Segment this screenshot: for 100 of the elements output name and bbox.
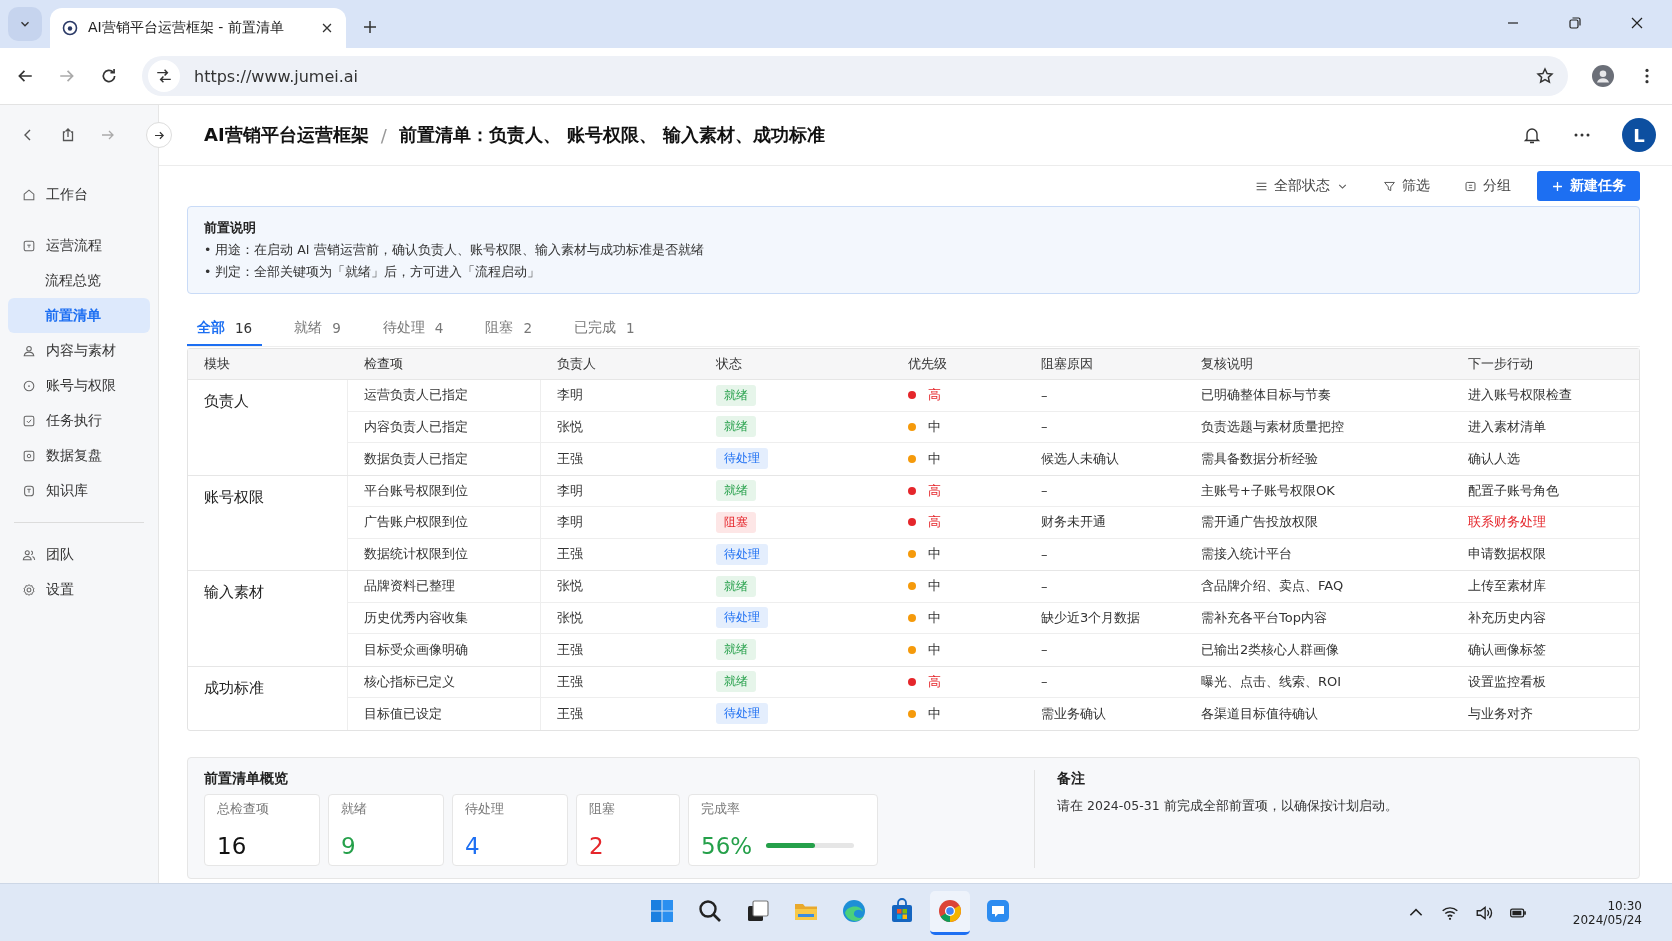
summary-title: 前置清单概览 — [204, 769, 289, 788]
table-cell-text: 需补充各平台Top内容 — [1200, 608, 1328, 627]
close-icon[interactable] — [320, 21, 334, 35]
settings-icon — [22, 582, 36, 597]
home-icon — [22, 187, 36, 202]
filter-tab[interactable]: 已完成 1 — [563, 312, 645, 346]
status-tag: 待处理 — [716, 607, 768, 629]
table-cell-text: 进入素材清单 — [1467, 417, 1547, 436]
priority-label: 中 — [928, 640, 941, 659]
checkbox-icon — [22, 413, 36, 428]
table-cell: 负责人 — [188, 380, 348, 475]
share-icon[interactable] — [60, 127, 76, 143]
circle-icon — [22, 378, 36, 393]
site-settings-icon[interactable] — [148, 60, 180, 92]
stat-value: 9 — [341, 832, 357, 859]
table-cell-text: 进入账号权限检查 — [1467, 386, 1573, 405]
sidebar-item[interactable]: 知识库 — [8, 473, 150, 508]
sidebar-item[interactable]: 工作台 — [8, 177, 150, 212]
column-header: 模块 — [203, 355, 231, 373]
stat-value: 56% — [701, 832, 753, 859]
new-task-button[interactable]: 新建任务 — [1537, 171, 1640, 201]
table-cell-text: – — [1040, 418, 1049, 437]
column-header: 优先级 — [907, 355, 948, 373]
new-tab-icon[interactable] — [362, 19, 378, 35]
priority-label: 高 — [928, 481, 941, 500]
table-cell-text: 已明确整体目标与节奏 — [1200, 386, 1332, 405]
priority-label: 中 — [928, 417, 941, 436]
reload-icon[interactable] — [100, 67, 118, 85]
bookmark-star-icon[interactable] — [1536, 67, 1554, 85]
stat-label: 总检查项 — [217, 800, 270, 818]
table-cell: 数据负责人已指定 — [348, 443, 541, 475]
sidebar-item[interactable]: 流程总览 — [8, 263, 150, 298]
table-cell-text: 联系财务处理 — [1467, 513, 1547, 532]
column-header: 下一步行动 — [1467, 355, 1534, 373]
breadcrumb-link[interactable]: AI营销平台运营框架 — [204, 123, 369, 147]
user-avatar[interactable]: L — [1622, 118, 1656, 152]
sidebar-item[interactable]: 运营流程 — [8, 228, 150, 263]
sidebar-item[interactable]: 设置 — [8, 572, 150, 607]
table-cell: 品牌资料已整理 — [348, 571, 541, 602]
sidebar-item[interactable]: 任务执行 — [8, 403, 150, 438]
table-cell-text: 需业务确认 — [1040, 704, 1107, 723]
column-header: 检查项 — [363, 355, 404, 373]
column-header: 负责人 — [556, 355, 597, 373]
priority-label: 中 — [928, 545, 941, 564]
table-cell-text: 负责选题与素材质量把控 — [1200, 417, 1345, 436]
table-cell: 账号权限 — [188, 475, 348, 570]
table-cell-text: 财务未开通 — [1040, 513, 1107, 532]
profile-icon[interactable] — [1592, 65, 1614, 87]
status-tag: 待处理 — [716, 703, 768, 725]
status-filter-dropdown[interactable]: 全部状态 — [1255, 177, 1349, 195]
table-cell-text: – — [1040, 482, 1049, 501]
sidebar-item[interactable]: 内容与素材 — [8, 333, 150, 368]
group-button[interactable]: 分组 — [1464, 177, 1511, 195]
table-cell-text: 设置监控看板 — [1467, 672, 1547, 691]
table-cell-text: 上传至素材库 — [1467, 577, 1547, 596]
status-tag: 阻塞 — [716, 511, 756, 533]
browser-tab[interactable]: AI营销平台运营框架 - 前置清单 — [50, 8, 346, 48]
table-cell-text: 王强 — [556, 640, 584, 659]
sidebar-item[interactable]: 数据复盘 — [8, 438, 150, 473]
remarks-text: 请在 2024-05-31 前完成全部前置项，以确保按计划启动。 — [1057, 797, 1398, 815]
status-tag: 就绪 — [716, 639, 756, 661]
table-cell-text: 李明 — [556, 513, 584, 532]
filter-tab[interactable]: 全部 16 — [187, 312, 263, 346]
stat-value: 2 — [589, 832, 605, 859]
table-cell-text: 申请数据权限 — [1467, 545, 1547, 564]
table-cell: 目标值已设定 — [348, 698, 541, 730]
priority-label: 中 — [928, 704, 941, 723]
table-cell: 数据统计权限到位 — [348, 538, 541, 570]
status-tag: 就绪 — [716, 575, 756, 597]
close-icon[interactable] — [1629, 15, 1645, 31]
column-header: 状态 — [715, 355, 743, 373]
notice-title: 前置说明 — [204, 219, 257, 237]
table-cell-text: – — [1040, 545, 1049, 564]
plus-icon — [1551, 179, 1564, 193]
filter-tab[interactable]: 待处理 4 — [372, 312, 454, 346]
sidebar-item[interactable]: 前置清单 — [8, 298, 150, 333]
system-clock[interactable]: 10:30 2024/05/24 — [1572, 898, 1642, 927]
sidebar-item[interactable]: 账号与权限 — [8, 368, 150, 403]
priority-label: 中 — [928, 577, 941, 596]
filter-tab[interactable]: 就绪 9 — [284, 312, 351, 346]
person-icon — [22, 343, 36, 358]
table-cell-text: 李明 — [556, 481, 584, 500]
table-cell-text: 张悦 — [556, 417, 584, 436]
address-bar[interactable]: https://www.jumei.ai — [142, 56, 1568, 96]
column-header: 阻塞原因 — [1040, 355, 1094, 373]
notice-text: • 用途：在启动 AI 营销运营前，确认负责人、账号权限、输入素材与成功标准是否就绪 — [204, 242, 705, 259]
volume-icon[interactable] — [1474, 903, 1493, 922]
table-cell-text: 王强 — [556, 545, 584, 564]
table-cell-text: 张悦 — [556, 577, 584, 596]
table-cell-text: 曝光、点击、线索、ROI — [1200, 672, 1343, 691]
stat-label: 就绪 — [341, 800, 368, 818]
filter-tab[interactable]: 阻塞 2 — [475, 312, 542, 346]
notification-bell-icon[interactable] — [1522, 125, 1542, 145]
filter-button[interactable]: 筛选 — [1383, 177, 1430, 195]
table-cell-text: – — [1040, 386, 1049, 405]
table-cell: 内容负责人已指定 — [348, 411, 541, 442]
sidebar-item[interactable]: 团队 — [8, 537, 150, 572]
restore-icon[interactable] — [1567, 15, 1583, 31]
status-tag: 就绪 — [716, 384, 756, 406]
breadcrumb-separator: / — [380, 124, 387, 146]
